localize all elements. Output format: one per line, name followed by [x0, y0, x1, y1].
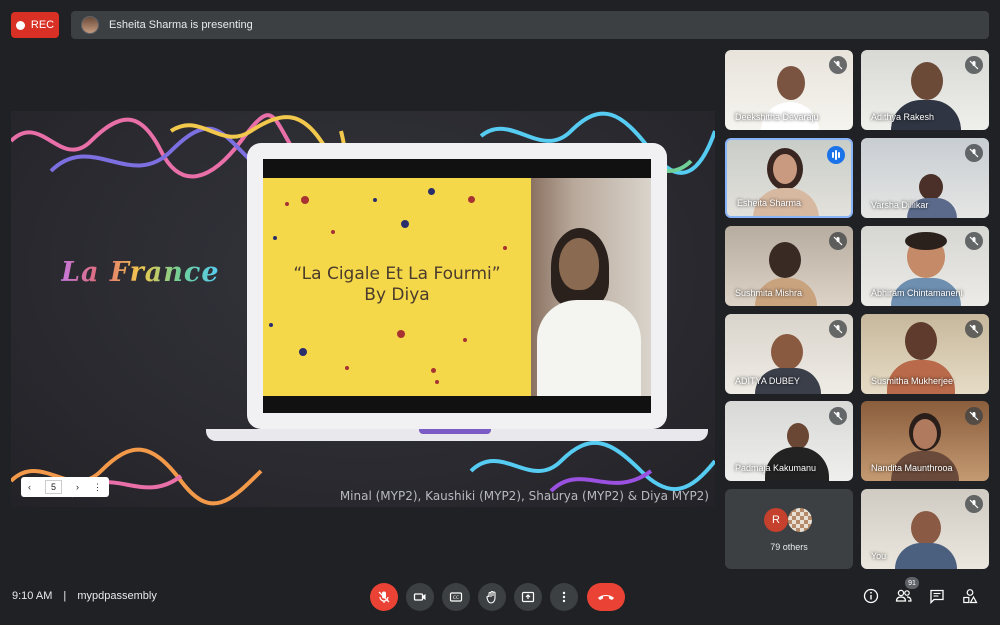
participant-tile[interactable]: Nandita Maunthrooa [861, 401, 989, 481]
participant-name: Adithya Rakesh [871, 112, 935, 122]
slide-title: “La Cigale Et La Fourmi” By Diya [263, 264, 531, 306]
mic-off-icon [965, 144, 983, 162]
presenting-banner: Esheita Sharma is presenting [71, 11, 989, 39]
slide-title-line1: “La Cigale Et La Fourmi” [293, 264, 501, 284]
mic-off-icon [829, 56, 847, 74]
meeting-separator: | [63, 590, 67, 602]
self-tile[interactable]: You [861, 489, 989, 569]
people-count-badge: 91 [905, 577, 919, 589]
closed-captions-icon: CC [449, 592, 463, 602]
svg-text:CC: CC [453, 595, 459, 601]
slide-pager: ‹ 5 › ⋮ [21, 477, 109, 497]
raise-hand-button[interactable] [478, 583, 506, 611]
slide-credits: Minal (MYP2), Kaushiki (MYP2), Shaurya (… [339, 489, 709, 503]
meeting-time: 9:10 AM [12, 590, 53, 602]
other-participant-avatar [788, 508, 812, 532]
mic-off-icon [829, 407, 847, 425]
participant-name: Abhiram Chintamaneni [871, 288, 963, 298]
chat-icon [930, 589, 944, 604]
more-vert-icon[interactable]: ⋮ [93, 482, 102, 493]
mic-off-icon [965, 320, 983, 338]
participant-name: Deekshitha Devaraju [735, 112, 819, 122]
captions-button[interactable]: CC [442, 583, 470, 611]
participant-tile[interactable]: Deekshitha Devaraju [725, 50, 853, 130]
participant-name: You [871, 551, 887, 561]
record-dot-icon [15, 20, 25, 30]
more-options-button[interactable] [550, 583, 578, 611]
participant-tile[interactable]: Adithya Rakesh [861, 50, 989, 130]
call-end-icon [598, 595, 614, 600]
top-bar: REC Esheita Sharma is presenting [0, 0, 1000, 50]
mic-off-icon [378, 591, 390, 603]
info-icon [863, 588, 879, 604]
chevron-left-icon[interactable]: ‹ [28, 482, 31, 492]
slide-side-title: La France [61, 257, 220, 288]
others-tile[interactable]: R 79 others [725, 489, 853, 569]
mic-off-icon [829, 232, 847, 250]
people-icon [895, 589, 912, 602]
other-participant-avatar: R [764, 508, 788, 532]
meeting-info: 9:10 AM | mypdpassembly [12, 590, 157, 602]
participant-name: Nandita Maunthrooa [871, 463, 953, 473]
participant-tile[interactable]: ADITYA DUBEY [725, 314, 853, 394]
more-vert-icon [562, 591, 566, 603]
participant-name: Sushmita Mishra [735, 288, 803, 298]
speaking-indicator-icon [827, 146, 845, 164]
participant-tile[interactable]: Abhiram Chintamaneni [861, 226, 989, 306]
recording-label: REC [30, 19, 55, 31]
bottom-bar: 9:10 AM | mypdpassembly CC 91 [0, 575, 1000, 625]
presenting-text: Esheita Sharma is presenting [109, 19, 253, 31]
hand-icon [486, 590, 496, 604]
leave-call-button[interactable] [587, 583, 625, 611]
meeting-code: mypdpassembly [77, 590, 157, 602]
page-number[interactable]: 5 [44, 480, 62, 494]
present-screen-button[interactable] [514, 583, 542, 611]
mic-off-icon [965, 56, 983, 74]
mic-off-icon [965, 407, 983, 425]
chevron-right-icon[interactable]: › [76, 482, 79, 492]
presentation-stage: La France “La Cigale Et La Fourmi” By Di… [11, 111, 715, 507]
participant-tile[interactable]: Varsha Dillikar [861, 138, 989, 218]
participant-name: Padmaja Kakumanu [735, 463, 817, 473]
camera-toggle-button[interactable] [406, 583, 434, 611]
present-to-all-icon [521, 591, 535, 603]
mic-off-icon [829, 320, 847, 338]
participant-tile-active-speaker[interactable]: Esheita Sharma [725, 138, 853, 218]
shapes-icon [963, 589, 978, 604]
mic-off-icon [965, 495, 983, 513]
people-button[interactable] [895, 587, 913, 605]
presenter-avatar [81, 16, 99, 34]
participant-name: Varsha Dillikar [871, 200, 929, 210]
chat-button[interactable] [928, 587, 946, 605]
participant-tile[interactable]: Susmitha Mukherjee [861, 314, 989, 394]
participant-name: Susmitha Mukherjee [871, 376, 954, 386]
laptop-notch [419, 429, 491, 434]
mic-off-icon [965, 232, 983, 250]
participant-name: Esheita Sharma [737, 198, 802, 208]
meeting-details-button[interactable] [862, 587, 880, 605]
videocam-icon [413, 593, 426, 601]
others-count: 79 others [770, 542, 808, 552]
slide-title-line2: By Diya [364, 285, 430, 305]
participant-name: ADITYA DUBEY [735, 376, 800, 386]
mic-toggle-button[interactable] [370, 583, 398, 611]
recording-indicator[interactable]: REC [11, 12, 59, 38]
participant-tile[interactable]: Sushmita Mishra [725, 226, 853, 306]
participant-tile[interactable]: Padmaja Kakumanu [725, 401, 853, 481]
presenter-video [531, 178, 651, 396]
activities-button[interactable] [961, 587, 979, 605]
embedded-slide: “La Cigale Et La Fourmi” By Diya [263, 178, 531, 396]
